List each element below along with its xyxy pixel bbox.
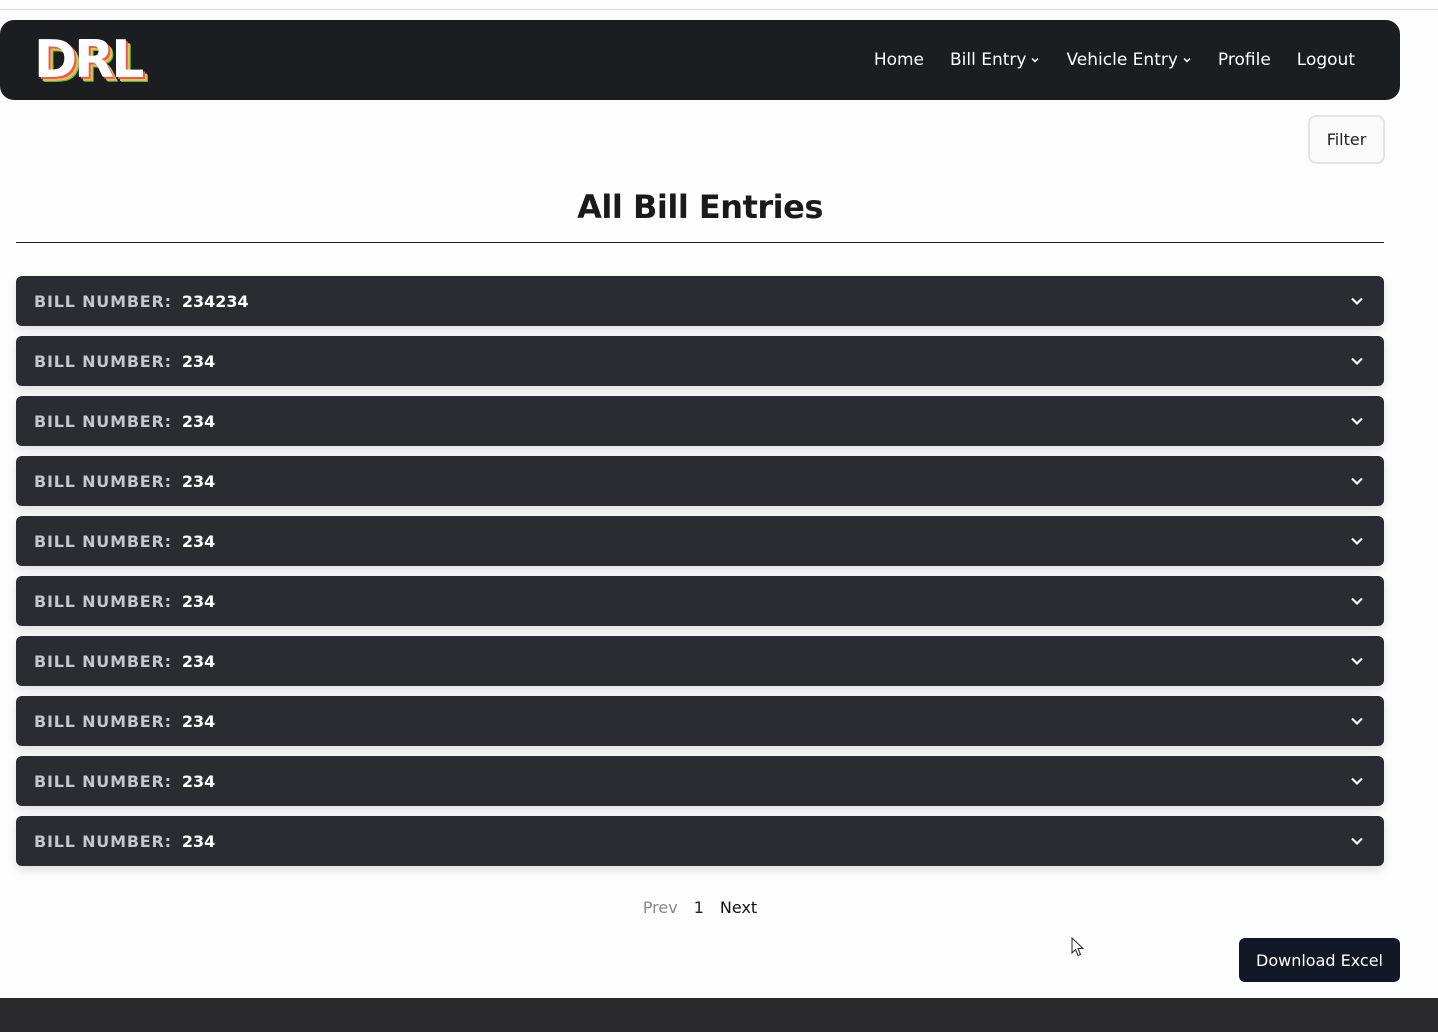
page-number-link[interactable]: 1 [694,898,704,917]
top-border [0,9,1438,10]
bill-row[interactable]: BILL NUMBER: 234 [16,456,1384,506]
pagination: Prev 1 Next [0,898,1400,917]
bill-row[interactable]: BILL NUMBER: 234 [16,576,1384,626]
bill-number-label: BILL NUMBER: [34,651,172,671]
bill-number-value: 234 [181,471,216,491]
bill-number-label: BILL NUMBER: [34,831,172,851]
bill-number-value: 234 [181,351,216,371]
chevron-down-icon[interactable] [1350,654,1364,668]
bill-number-value: 234 [181,411,216,431]
chevron-down-icon[interactable] [1350,714,1364,728]
bill-row[interactable]: BILL NUMBER: 234 [16,396,1384,446]
bill-number-value: 234 [181,831,216,851]
chevron-down-icon[interactable] [1350,414,1364,428]
bill-number-value: 234234 [181,291,249,311]
chevron-down-icon[interactable] [1350,354,1364,368]
nav-vehicle-entry[interactable]: Vehicle Entry [1066,50,1191,70]
bill-number-label: BILL NUMBER: [34,591,172,611]
bill-number-value: 234 [181,771,216,791]
nav-logout-label: Logout [1296,50,1355,70]
title-divider [16,242,1384,243]
chevron-down-icon[interactable] [1350,834,1364,848]
bill-number-value: 234 [181,711,216,731]
chevron-down-icon[interactable] [1350,594,1364,608]
chevron-down-icon [1183,57,1191,63]
bill-number-value: 234 [181,591,216,611]
bill-number-label: BILL NUMBER: [34,771,172,791]
download-excel-button[interactable]: Download Excel [1239,938,1400,982]
nav-home[interactable]: Home [874,50,924,70]
bill-row[interactable]: BILL NUMBER: 234 [16,696,1384,746]
nav-home-label: Home [873,50,925,70]
bill-list: BILL NUMBER: 234234 BILL NUMBER: 234 BILL … [16,276,1384,876]
main-nav: Home Bill Entry Vehicle Entry Profile Lo… [874,50,1355,70]
filter-button[interactable]: Filter [1308,115,1385,164]
prev-page-link[interactable]: Prev [643,898,678,917]
bill-row[interactable]: BILL NUMBER: 234 [16,756,1384,806]
footer [0,998,1438,1032]
navbar: DRL Home Bill Entry Vehicle Entry Profil… [0,20,1400,100]
bill-number-value: 234 [181,651,216,671]
nav-profile-label: Profile [1217,50,1271,70]
bill-number-label: BILL NUMBER: [34,351,172,371]
bill-number-label: BILL NUMBER: [34,531,172,551]
bill-number-label: BILL NUMBER: [34,411,172,431]
chevron-down-icon [1031,57,1040,63]
nav-bill-entry[interactable]: Bill Entry [950,50,1040,70]
chevron-down-icon[interactable] [1350,534,1364,548]
mouse-cursor-icon [1071,937,1085,957]
chevron-down-icon[interactable] [1350,294,1364,308]
chevron-down-icon[interactable] [1350,474,1364,488]
bill-row[interactable]: BILL NUMBER: 234 [16,816,1384,866]
bill-row[interactable]: BILL NUMBER: 234 [16,336,1384,386]
chevron-down-icon[interactable] [1350,774,1364,788]
bill-number-label: BILL NUMBER: [34,471,172,491]
bill-number-value: 234 [181,531,216,551]
bill-row[interactable]: BILL NUMBER: 234 [16,636,1384,686]
next-page-link[interactable]: Next [720,898,757,917]
logo[interactable]: DRL [34,34,144,86]
bill-number-label: BILL NUMBER: [34,711,172,731]
nav-logout[interactable]: Logout [1297,50,1355,70]
nav-bill-entry-label: Bill Entry [950,50,1027,70]
bill-row[interactable]: BILL NUMBER: 234234 [16,276,1384,326]
page-title: All Bill Entries [577,188,823,226]
bill-row[interactable]: BILL NUMBER: 234 [16,516,1384,566]
nav-profile[interactable]: Profile [1218,50,1271,70]
nav-vehicle-entry-label: Vehicle Entry [1066,50,1178,70]
bill-number-label: BILL NUMBER: [34,291,172,311]
